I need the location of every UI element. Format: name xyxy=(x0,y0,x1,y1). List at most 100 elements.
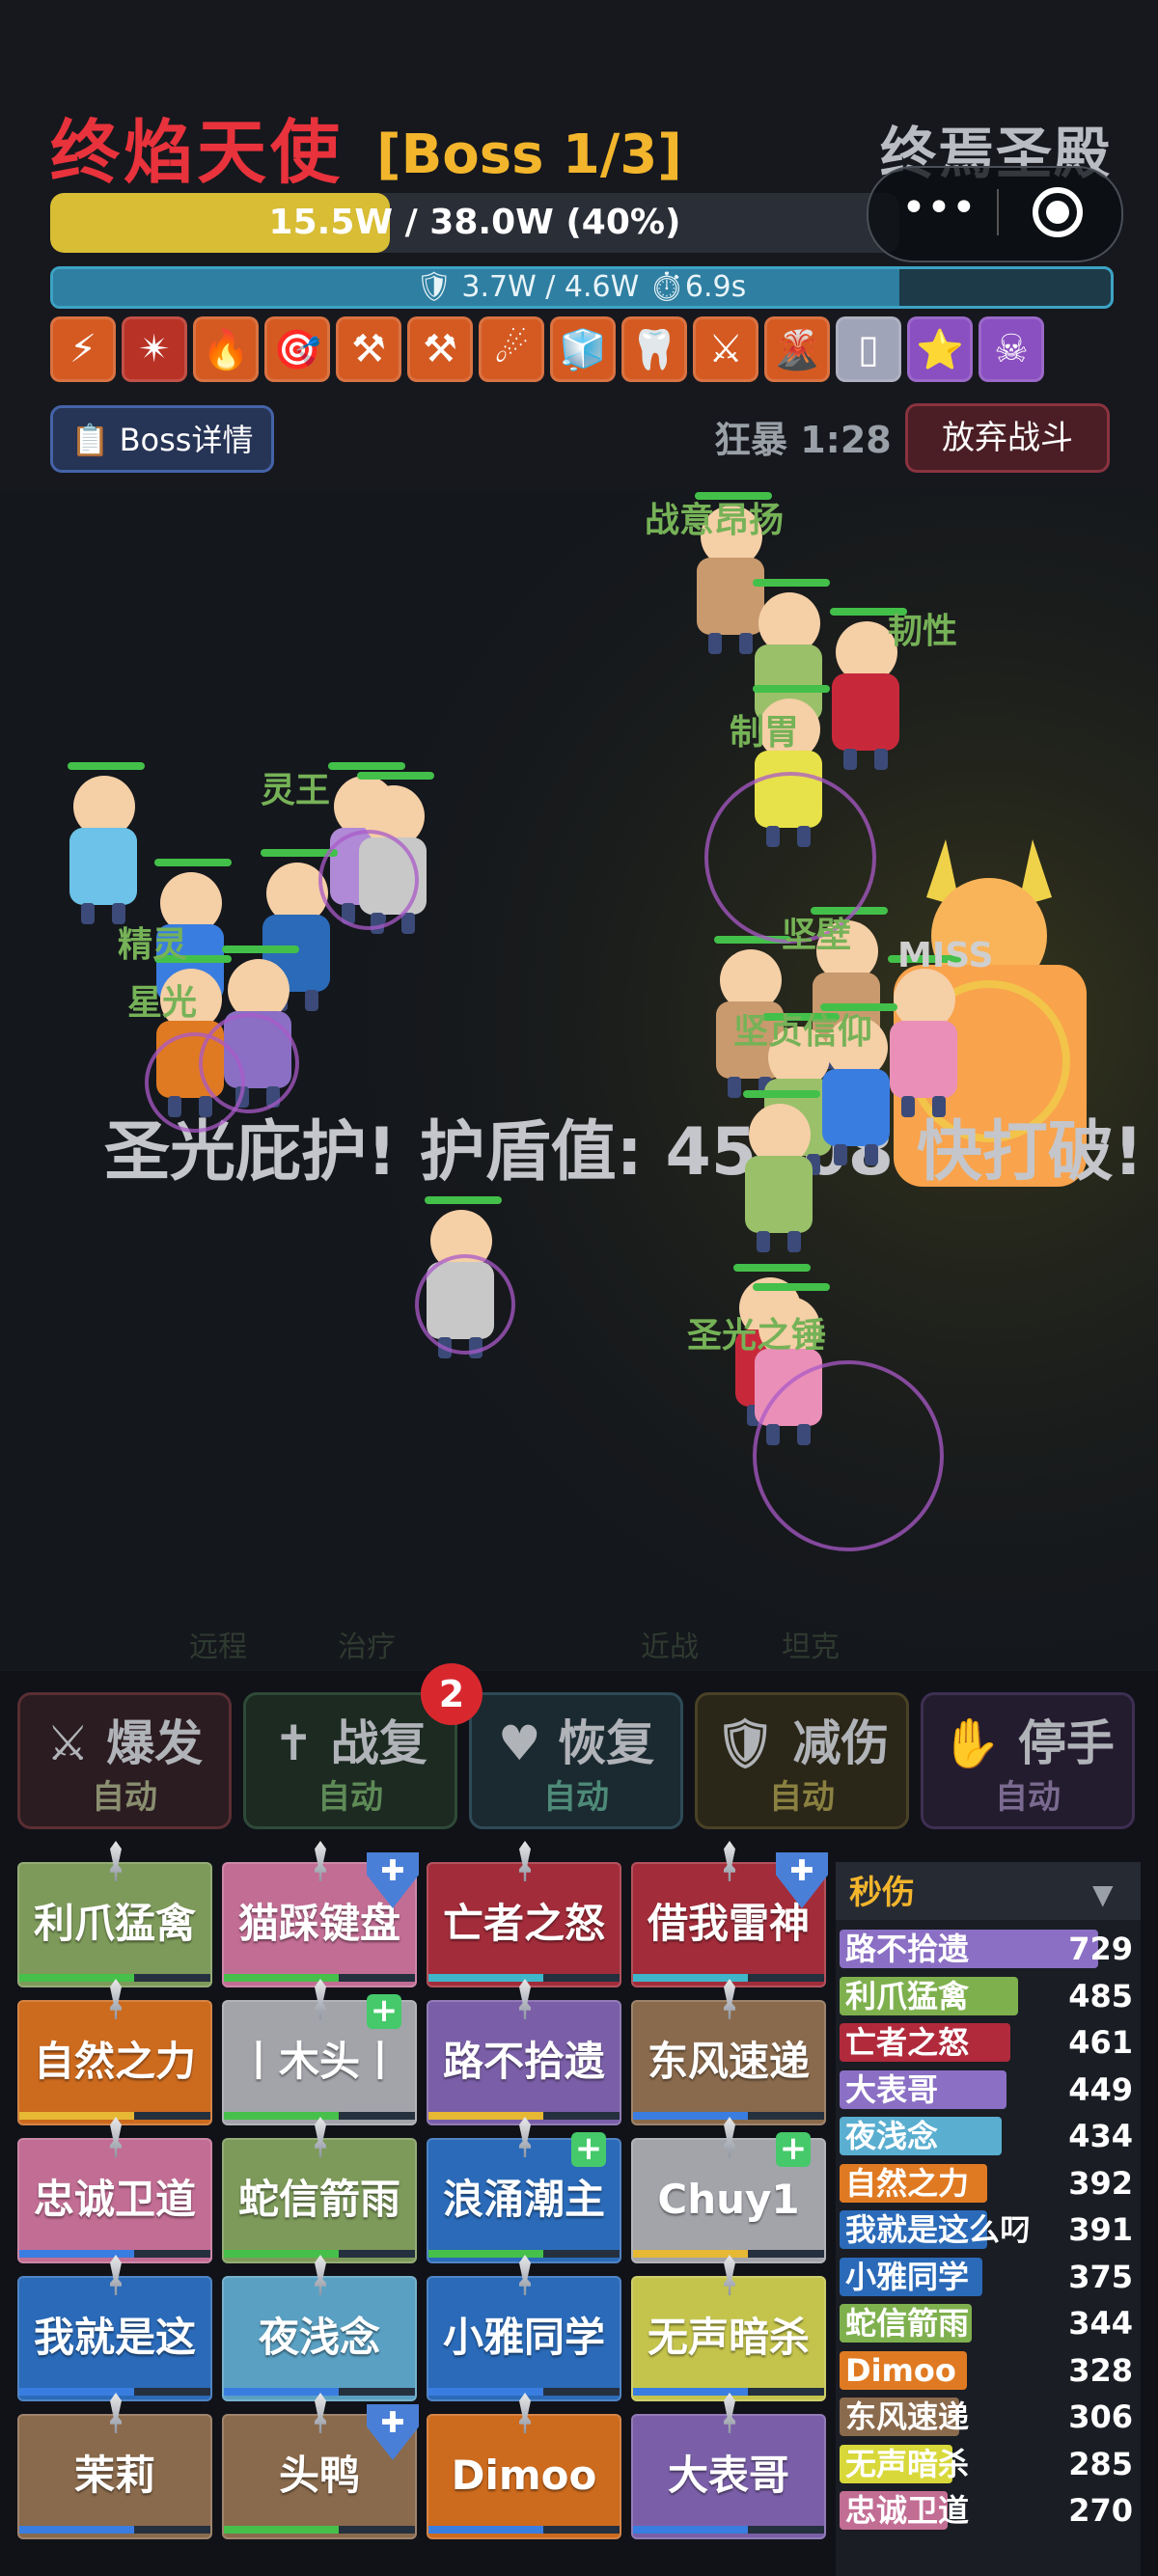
dps-name: 无声暗杀 xyxy=(845,2445,970,2482)
dps-row: 利爪猛禽 485 xyxy=(840,1975,1139,2017)
team-card-mana-fill xyxy=(428,2526,543,2534)
unit-body xyxy=(822,1069,890,1146)
floating-text: 战意昂扬 xyxy=(645,501,785,540)
floating-text: 精灵 xyxy=(118,925,188,965)
unit-body xyxy=(745,1156,813,1233)
team-card-label: 利爪猛禽 xyxy=(33,1900,196,1947)
skill-label: 停手 xyxy=(1017,1715,1115,1771)
dps-row: 路不拾遗 729 xyxy=(840,1928,1139,1970)
unit-hp-bar xyxy=(222,945,299,953)
buff-icon[interactable]: 🧊 xyxy=(550,316,616,382)
dps-name: 亡者之怒 xyxy=(845,2024,970,2061)
dps-name: 东风速递 xyxy=(845,2398,970,2435)
floating-text: 坚贞信仰 xyxy=(733,1012,873,1052)
dps-row: 我就是这么叼 391 xyxy=(840,2208,1139,2251)
skill-icon: ♥ xyxy=(497,1715,541,1771)
dps-row: 自然之力 392 xyxy=(840,2162,1139,2205)
buff-icon[interactable]: ☄ xyxy=(479,316,544,382)
skill-button-战复[interactable]: ✝ 战复 自动 xyxy=(243,1692,457,1829)
dps-value: 461 xyxy=(1068,2024,1133,2061)
aura-ring xyxy=(415,1254,515,1355)
buff-icon[interactable]: ⚡ xyxy=(50,316,116,382)
unit-leg xyxy=(305,990,318,1011)
unit-leg xyxy=(843,749,857,770)
buff-icon[interactable]: 🎯 xyxy=(264,316,330,382)
unit-leg xyxy=(834,1144,847,1165)
buff-icon[interactable]: ⚔ xyxy=(693,316,758,382)
dps-value: 375 xyxy=(1068,2258,1133,2295)
heal-plus-icon: + xyxy=(571,2132,606,2167)
buff-icon[interactable]: ▯ xyxy=(836,316,901,382)
skill-title: ✋ 停手 xyxy=(924,1714,1132,1772)
team-card-mana-bar xyxy=(224,2526,415,2534)
battlefield: 圣光庇护! 护盾值: 45608 快打破! 战意昂扬 韧性 制胃 灵王 精灵 星光 MISS… xyxy=(0,492,1158,1669)
dps-row: 夜浅念 434 xyxy=(840,2115,1139,2157)
unit-leg xyxy=(739,633,753,654)
more-dots-icon[interactable]: ••• xyxy=(901,179,977,237)
skill-mode: 自动 xyxy=(92,1778,157,1817)
dps-row: 东风速递 306 xyxy=(840,2396,1139,2438)
dps-name: Dimoo xyxy=(845,2351,956,2389)
dps-name: 自然之力 xyxy=(845,2164,970,2202)
team-card-label: 夜浅念 xyxy=(258,2314,380,2361)
buff-icon[interactable]: ⚒ xyxy=(407,316,473,382)
buff-icon[interactable]: ⭐ xyxy=(907,316,973,382)
boss-detail-button[interactable]: 📋 Boss详情 xyxy=(50,405,274,473)
team-card-mana-bar xyxy=(633,2526,824,2534)
skill-label: 减伤 xyxy=(792,1715,890,1771)
unit-hp-bar xyxy=(357,772,434,780)
buff-icon[interactable]: ⚒ xyxy=(336,316,401,382)
zone-label: 近战 xyxy=(641,1631,699,1664)
buff-icon[interactable]: 🌋 xyxy=(764,316,830,382)
skill-button-爆发[interactable]: ⚔ 爆发 自动 xyxy=(17,1692,232,1829)
team-card-label: 茉莉 xyxy=(73,2452,155,2499)
capsule-divider xyxy=(997,189,999,235)
unit-hp-bar xyxy=(743,1090,820,1098)
dps-row: 忠诚卫道 270 xyxy=(840,2489,1139,2532)
buff-icon[interactable]: ✴ xyxy=(122,316,187,382)
buff-icon[interactable]: ☠ xyxy=(979,316,1044,382)
skill-button-恢复[interactable]: ♥ 恢复 自动 xyxy=(469,1692,683,1829)
boss-hp-text: 15.5W / 38.0W (40%) xyxy=(268,203,681,242)
chevron-down-icon[interactable]: ▼ xyxy=(1092,1876,1114,1914)
skill-mode: 自动 xyxy=(995,1778,1061,1817)
unit-hp-bar xyxy=(154,859,232,866)
rage-timer: 狂暴 1:28 xyxy=(714,419,892,461)
team-card-label: 大表哥 xyxy=(667,2452,789,2499)
dps-name: 夜浅念 xyxy=(845,2118,939,2154)
team-card-label: 路不拾遗 xyxy=(442,2038,605,2085)
unit-hp-bar xyxy=(328,762,405,770)
team-card-label: 蛇信箭雨 xyxy=(237,2176,400,2223)
zone-label: 坦克 xyxy=(782,1631,840,1664)
buff-icon[interactable]: 🦷 xyxy=(621,316,687,382)
skill-mode: 自动 xyxy=(317,1778,383,1817)
dps-row: 无声暗杀 285 xyxy=(840,2443,1139,2485)
close-target-dot xyxy=(1046,201,1069,224)
dps-name: 路不拾遗 xyxy=(845,1931,970,1967)
unit-leg xyxy=(81,903,95,924)
aura-ring xyxy=(318,830,419,930)
team-card-label: 东风速递 xyxy=(647,2038,810,2085)
team-card-label: 无声暗杀 xyxy=(647,2314,810,2361)
dps-name: 大表哥 xyxy=(845,2070,939,2108)
buff-icon[interactable]: 🔥 xyxy=(193,316,259,382)
dps-name: 忠诚卫道 xyxy=(845,2492,970,2529)
team-card-label: 借我雷神 xyxy=(647,1900,810,1947)
floating-text: 坚壁 xyxy=(782,916,852,955)
dps-value: 285 xyxy=(1068,2445,1133,2482)
skill-button-停手[interactable]: ✋ 停手自动 xyxy=(921,1692,1135,1829)
floating-text: 星光 xyxy=(127,983,198,1023)
team-card-mana-bar xyxy=(428,2526,620,2534)
unit-hp-bar xyxy=(753,1283,830,1291)
skill-mode: 自动 xyxy=(769,1778,835,1817)
dps-row: 蛇信箭雨 344 xyxy=(840,2302,1139,2344)
dps-value: 328 xyxy=(1068,2351,1133,2389)
dps-value: 485 xyxy=(1068,1977,1133,2014)
notification-badge: 2 xyxy=(421,1663,482,1725)
dps-row: 亡者之怒 461 xyxy=(840,2021,1139,2064)
unit-leg xyxy=(932,1096,946,1117)
give-up-button[interactable]: 放弃战斗 xyxy=(905,403,1110,473)
dps-value: 392 xyxy=(1068,2164,1133,2202)
unit-leg xyxy=(708,633,722,654)
skill-button-减伤[interactable]: 🛡 减伤 自动 xyxy=(695,1692,909,1829)
